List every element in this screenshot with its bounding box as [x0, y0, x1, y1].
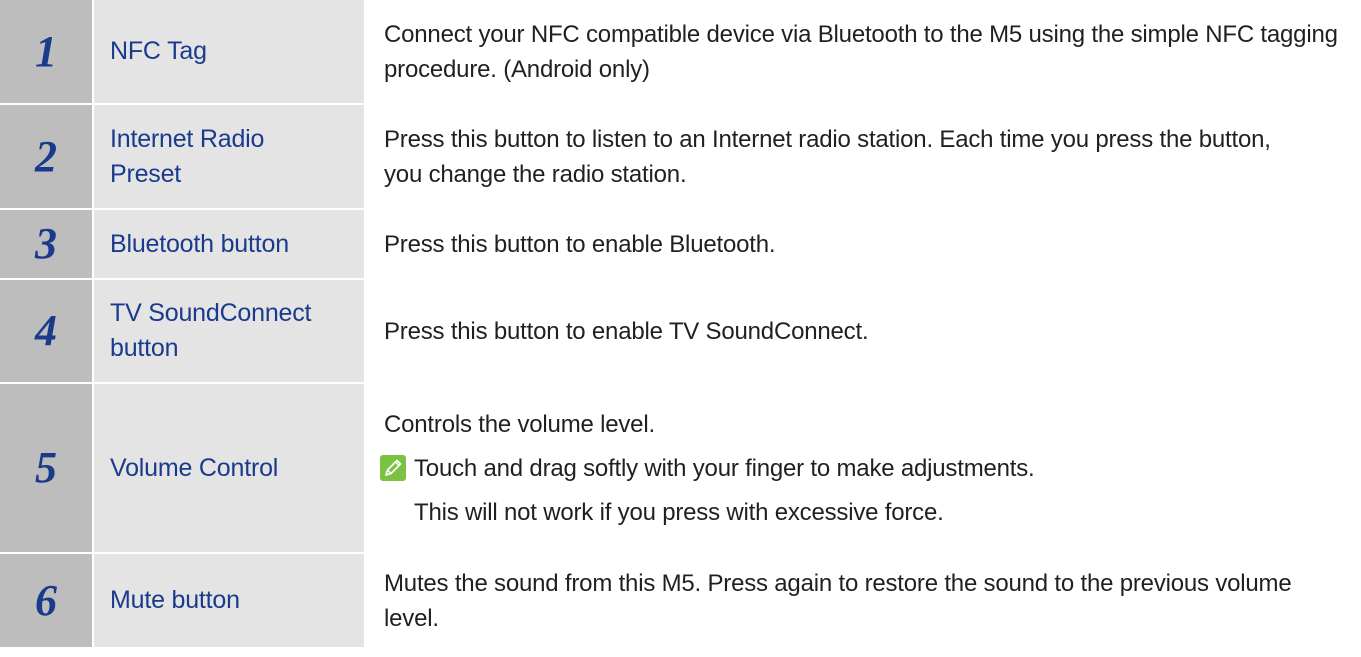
- row-label-cell: Bluetooth button: [92, 210, 364, 278]
- row-label-cell: Volume Control: [92, 384, 364, 552]
- row-description: Press this button to enable TV SoundConn…: [384, 317, 869, 345]
- row-description-cell: Press this button to listen to an Intern…: [364, 105, 1361, 208]
- feature-table: 1 NFC Tag Connect your NFC compatible de…: [0, 0, 1361, 657]
- row-number: 2: [35, 131, 57, 181]
- row-number-cell: 6: [0, 554, 92, 647]
- row-label: Mute button: [110, 586, 240, 614]
- table-row: 1 NFC Tag Connect your NFC compatible de…: [0, 0, 1361, 105]
- row-number: 5: [35, 443, 57, 492]
- row-description: Press this button to listen to an Intern…: [384, 125, 1271, 188]
- table-row: 6 Mute button Mutes the sound from this …: [0, 554, 1361, 647]
- note: Touch and drag softly with your finger t…: [380, 451, 1361, 486]
- row-description: Press this button to enable Bluetooth.: [384, 230, 776, 258]
- row-label-cell: Mute button: [92, 554, 364, 647]
- table-row: 3 Bluetooth button Press this button to …: [0, 210, 1361, 280]
- row-description-cell: Mutes the sound from this M5. Press agai…: [364, 554, 1361, 647]
- row-description: Connect your NFC compatible device via B…: [384, 20, 1338, 83]
- row-label-cell: TV SoundConnect button: [92, 280, 364, 382]
- row-number-cell: 1: [0, 0, 92, 103]
- row-label: NFC Tag: [110, 37, 207, 65]
- note-text: Touch and drag softly with your finger t…: [414, 454, 1035, 482]
- row-description-cell: Press this button to enable Bluetooth.: [364, 210, 1361, 278]
- row-description-cell: Press this button to enable TV SoundConn…: [364, 280, 1361, 382]
- row-number-cell: 3: [0, 210, 92, 278]
- row-number: 3: [35, 219, 57, 268]
- row-number: 1: [35, 26, 57, 76]
- row-number: 6: [35, 575, 57, 625]
- row-label: Volume Control: [110, 453, 279, 482]
- row-label: Internet Radio Preset: [110, 124, 265, 188]
- row-description: Mutes the sound from this M5. Press agai…: [384, 569, 1292, 632]
- row-number-cell: 5: [0, 384, 92, 552]
- row-label: TV SoundConnect button: [110, 299, 312, 362]
- table-row: 4 TV SoundConnect button Press this butt…: [0, 280, 1361, 384]
- row-number-cell: 2: [0, 105, 92, 208]
- row-description-cell: Connect your NFC compatible device via B…: [364, 0, 1361, 103]
- row-number: 4: [35, 306, 57, 355]
- table-row: 2 Internet Radio Preset Press this butto…: [0, 105, 1361, 210]
- row-number-cell: 4: [0, 280, 92, 382]
- row-label: Bluetooth button: [110, 229, 289, 258]
- note-text-continued: This will not work if you press with exc…: [414, 498, 944, 526]
- note-pencil-icon: [380, 455, 406, 481]
- row-description-cell: Controls the volume level. Touch and dra…: [364, 384, 1361, 552]
- row-label-cell: NFC Tag: [92, 0, 364, 103]
- row-label-cell: Internet Radio Preset: [92, 105, 364, 208]
- row-description: Controls the volume level.: [384, 410, 655, 438]
- table-row: 5 Volume Control Controls the volume lev…: [0, 384, 1361, 554]
